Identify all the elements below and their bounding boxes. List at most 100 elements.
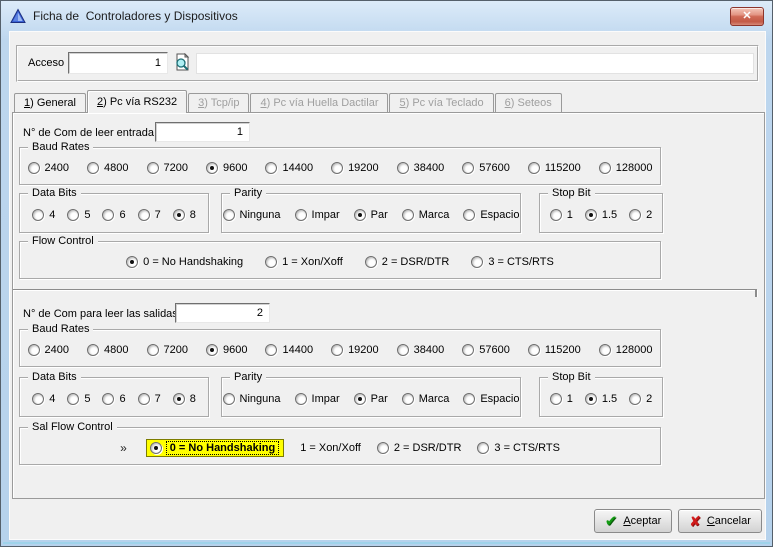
radio-option-14400[interactable]: 14400: [265, 162, 313, 174]
radio-option-2[interactable]: 2: [629, 393, 652, 405]
tab-pc-via-huella-dactilar[interactable]: 4) Pc vía Huella Dactilar: [250, 93, 388, 112]
radio-option-19200[interactable]: 19200: [331, 344, 379, 356]
radio-option-par[interactable]: Par: [354, 393, 388, 405]
radio-option-57600[interactable]: 57600: [462, 162, 510, 174]
radio-option-2-dsr-dtr[interactable]: 2 = DSR/DTR: [365, 256, 450, 268]
radio-option-0-no-handshaking[interactable]: 0 = No Handshaking: [126, 256, 243, 268]
radio-option-0-no-handshaking[interactable]: 0 = No Handshaking: [146, 439, 284, 457]
tab-label: ) Seteos: [511, 97, 552, 109]
radio-option-1.5[interactable]: 1.5: [585, 209, 617, 221]
radio-option-7200[interactable]: 7200: [147, 344, 188, 356]
radio-option-espacio[interactable]: Espacio: [463, 209, 519, 221]
radio-label: Ninguna: [240, 209, 281, 221]
radio-option-7[interactable]: 7: [138, 209, 161, 221]
radio-icon: [173, 393, 185, 405]
tab-general[interactable]: 1) General: [14, 93, 86, 112]
radio-option-115200[interactable]: 115200: [528, 344, 581, 356]
radio-option-marca[interactable]: Marca: [402, 209, 450, 221]
radio-option-7200[interactable]: 7200: [147, 162, 188, 174]
radio-option-7[interactable]: 7: [138, 393, 161, 405]
radio-label: 8: [190, 393, 196, 405]
radio-option-5[interactable]: 5: [67, 393, 90, 405]
radio-option-2[interactable]: 2: [629, 209, 652, 221]
radio-option-38400[interactable]: 38400: [397, 344, 445, 356]
radio-option-115200[interactable]: 115200: [528, 162, 581, 174]
radio-group-stop-bit-salida: 11.52: [540, 378, 662, 416]
radio-option-impar[interactable]: Impar: [295, 209, 340, 221]
radio-option-3-cts-rts[interactable]: 3 = CTS/RTS: [471, 256, 554, 268]
radio-option-128000[interactable]: 128000: [599, 162, 653, 174]
close-button[interactable]: ✕: [730, 7, 764, 26]
radio-label: 1: [567, 393, 573, 405]
radio-icon: [28, 162, 40, 174]
section-divider: [13, 289, 757, 291]
radio-icon: [377, 442, 389, 454]
radio-icon: [471, 256, 483, 268]
radio-option-9600[interactable]: 9600: [206, 344, 247, 356]
cancelar-button[interactable]: ✘ Cancelar: [678, 509, 762, 533]
radio-option-par[interactable]: Par: [354, 209, 388, 221]
radio-label: Par: [371, 393, 388, 405]
radio-option-14400[interactable]: 14400: [265, 344, 313, 356]
acceso-panel: Acceso: [16, 45, 759, 82]
radio-option-impar[interactable]: Impar: [295, 393, 340, 405]
tab-pc-via-rs232[interactable]: 2) Pc vía RS232: [87, 90, 187, 113]
radio-option-espacio[interactable]: Espacio: [463, 393, 519, 405]
radio-icon: [477, 442, 489, 454]
radio-option-4800[interactable]: 4800: [87, 162, 128, 174]
lookup-button[interactable]: [171, 53, 193, 73]
radio-option-8[interactable]: 8: [173, 393, 196, 405]
com-entrada-input[interactable]: [155, 122, 250, 142]
acceso-detail-field[interactable]: [196, 53, 754, 74]
radio-option-6[interactable]: 6: [102, 209, 125, 221]
radio-option-1[interactable]: 1: [550, 209, 573, 221]
radio-label: 115200: [545, 344, 581, 356]
radio-option-1[interactable]: 1: [550, 393, 573, 405]
tab-tcp-ip[interactable]: 3) Tcp/ip: [188, 93, 249, 112]
radio-option-38400[interactable]: 38400: [397, 162, 445, 174]
acceso-input[interactable]: [68, 52, 168, 74]
radio-label: 5: [84, 209, 90, 221]
radio-option-ninguna[interactable]: Ninguna: [223, 209, 281, 221]
radio-option-5[interactable]: 5: [67, 209, 90, 221]
radio-icon: [397, 344, 409, 356]
radio-label: 0 = No Handshaking: [143, 256, 243, 268]
radio-icon: [365, 256, 377, 268]
radio-icon: [463, 393, 475, 405]
title-bar[interactable]: Ficha de Controladores y Dispositivos ✕: [1, 1, 772, 31]
radio-option-2-dsr-dtr[interactable]: 2 = DSR/DTR: [377, 442, 462, 454]
radio-group-parity-entrada: Ninguna Impar Par Marca Espacio: [222, 194, 520, 232]
radio-option-1-xon-xoff[interactable]: 1 = Xon/Xoff: [300, 442, 361, 454]
radio-option-9600[interactable]: 9600: [206, 162, 247, 174]
selection-marker: »: [120, 441, 127, 455]
radio-option-57600[interactable]: 57600: [462, 344, 510, 356]
com-salida-input[interactable]: [175, 303, 270, 323]
radio-option-3-cts-rts[interactable]: 3 = CTS/RTS: [477, 442, 560, 454]
radio-option-ninguna[interactable]: Ninguna: [223, 393, 281, 405]
aceptar-button[interactable]: ✔ Aceptar: [594, 509, 672, 533]
radio-option-4[interactable]: 4: [32, 393, 55, 405]
radio-option-8[interactable]: 8: [173, 209, 196, 221]
radio-option-2400[interactable]: 2400: [28, 162, 69, 174]
radio-option-6[interactable]: 6: [102, 393, 125, 405]
radio-label: Impar: [312, 209, 340, 221]
radio-option-19200[interactable]: 19200: [331, 162, 379, 174]
radio-option-2400[interactable]: 2400: [28, 344, 69, 356]
radio-icon: [223, 209, 235, 221]
com-entrada-label: N° de Com de leer entrada:: [23, 127, 157, 139]
radio-option-4800[interactable]: 4800: [87, 344, 128, 356]
radio-group-data-bits-salida: 456 7 8: [20, 378, 208, 416]
radio-option-128000[interactable]: 128000: [599, 344, 653, 356]
radio-option-4[interactable]: 4: [32, 209, 55, 221]
radio-label: 2: [646, 209, 652, 221]
radio-option-marca[interactable]: Marca: [402, 393, 450, 405]
radio-label: 38400: [414, 344, 445, 356]
tab-pc-via-teclado[interactable]: 5) Pc vía Teclado: [389, 93, 493, 112]
tab-seteos[interactable]: 6) Seteos: [495, 93, 562, 112]
radio-option-1-xon-xoff[interactable]: 1 = Xon/Xoff: [265, 256, 343, 268]
radio-option-1.5[interactable]: 1.5: [585, 393, 617, 405]
check-icon: ✔: [605, 514, 618, 529]
radio-icon: [147, 162, 159, 174]
radio-icon: [599, 162, 611, 174]
group-legend: Data Bits: [28, 371, 81, 383]
